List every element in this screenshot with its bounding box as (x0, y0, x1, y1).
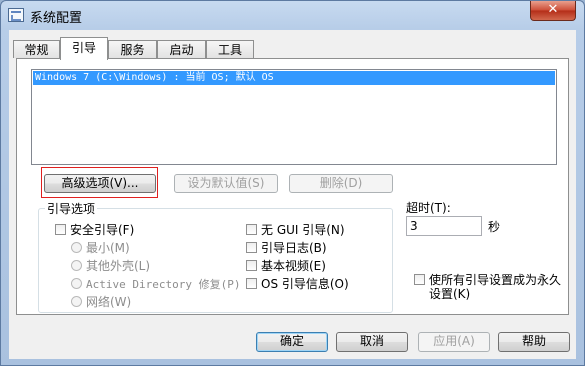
minimal-label: 最小(M) (86, 241, 130, 255)
ad-repair-radio[interactable] (71, 278, 82, 289)
delete-button[interactable]: 删除(D) (289, 174, 393, 193)
timeout-input[interactable]: 3 (406, 216, 482, 236)
boot-log-checkbox[interactable] (246, 242, 257, 253)
minimal-radio[interactable] (71, 242, 82, 253)
timeout-label: 超时(T): (406, 201, 451, 215)
network-label: 网络(W) (86, 295, 132, 309)
safe-boot-label: 安全引导(F) (70, 223, 135, 237)
boot-log-label: 引导日志(B) (261, 241, 327, 255)
set-as-default-button[interactable]: 设为默认值(S) (174, 174, 278, 193)
tab-startup[interactable]: 启动 (157, 40, 206, 58)
ok-button[interactable]: 确定 (256, 332, 328, 352)
make-permanent-checkbox[interactable] (414, 274, 425, 285)
os-boot-info-label: OS 引导信息(O) (261, 277, 349, 291)
base-video-label: 基本视频(E) (261, 259, 326, 273)
system-configuration-window: 系统配置 ✕ 常规 引导 服务 启动 工具 Windows 7 (C:\Wind… (0, 0, 585, 366)
safe-boot-checkbox[interactable] (55, 224, 66, 235)
boot-os-list[interactable]: Windows 7 (C:\Windows) : 当前 OS; 默认 OS (31, 69, 557, 165)
make-permanent-label-line2: 设置(K) (429, 287, 471, 301)
title-bar[interactable]: 系统配置 ✕ (1, 1, 584, 29)
tab-services[interactable]: 服务 (108, 40, 157, 58)
help-button[interactable]: 帮助 (498, 332, 570, 352)
close-button[interactable]: ✕ (530, 1, 576, 21)
alternate-shell-radio[interactable] (71, 260, 82, 271)
window-title: 系统配置 (30, 11, 83, 26)
boot-os-list-item[interactable]: Windows 7 (C:\Windows) : 当前 OS; 默认 OS (33, 71, 555, 85)
network-radio[interactable] (71, 296, 82, 307)
base-video-checkbox[interactable] (246, 260, 257, 271)
tab-general[interactable]: 常规 (13, 40, 60, 58)
boot-options-title: 引导选项 (45, 200, 98, 217)
no-gui-boot-label: 无 GUI 引导(N) (261, 223, 345, 237)
tab-boot[interactable]: 引导 (60, 37, 108, 60)
boot-tab-panel: Windows 7 (C:\Windows) : 当前 OS; 默认 OS 高级… (16, 58, 569, 315)
ad-repair-label: Active Directory 修复(P) (86, 278, 241, 291)
alternate-shell-label: 其他外壳(L) (86, 259, 151, 273)
cancel-button[interactable]: 取消 (336, 332, 408, 352)
timeout-unit: 秒 (488, 220, 501, 234)
tab-tools[interactable]: 工具 (206, 40, 254, 58)
advanced-options-button[interactable]: 高级选项(V)... (44, 174, 156, 193)
apply-button[interactable]: 应用(A) (418, 332, 490, 352)
system-config-icon (8, 8, 24, 22)
os-boot-info-checkbox[interactable] (246, 278, 257, 289)
dialog-client-area: 常规 引导 服务 启动 工具 Windows 7 (C:\Windows) : … (9, 30, 576, 359)
no-gui-boot-checkbox[interactable] (246, 224, 257, 235)
